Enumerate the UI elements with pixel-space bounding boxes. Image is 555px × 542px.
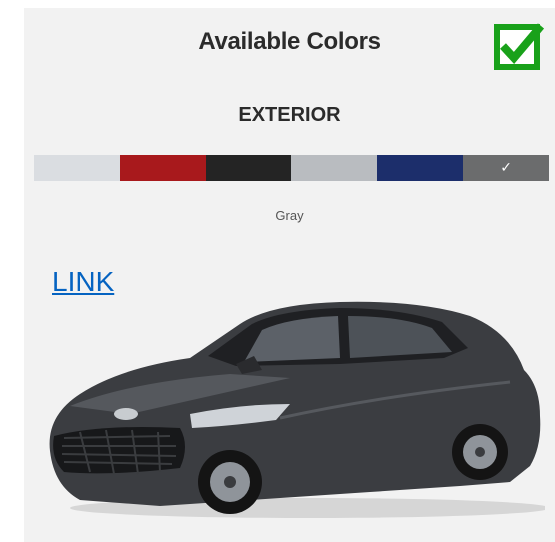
color-swatch[interactable] xyxy=(34,155,120,181)
color-swatch[interactable] xyxy=(291,155,378,181)
selected-check-icon: ✓ xyxy=(500,160,512,176)
color-swatch[interactable] xyxy=(119,155,206,181)
gray-sedan-image xyxy=(49,301,545,518)
color-swatch[interactable] xyxy=(377,155,464,181)
section-heading-exterior: EXTERIOR xyxy=(238,104,341,126)
color-swatch[interactable]: ✓ xyxy=(463,155,549,181)
selected-color-name: Gray xyxy=(275,208,304,223)
color-swatch-row: ✓ xyxy=(34,155,549,181)
page-title: Available Colors xyxy=(198,28,381,55)
green-checkbox-icon[interactable] xyxy=(494,22,544,72)
color-swatch[interactable] xyxy=(205,155,292,181)
